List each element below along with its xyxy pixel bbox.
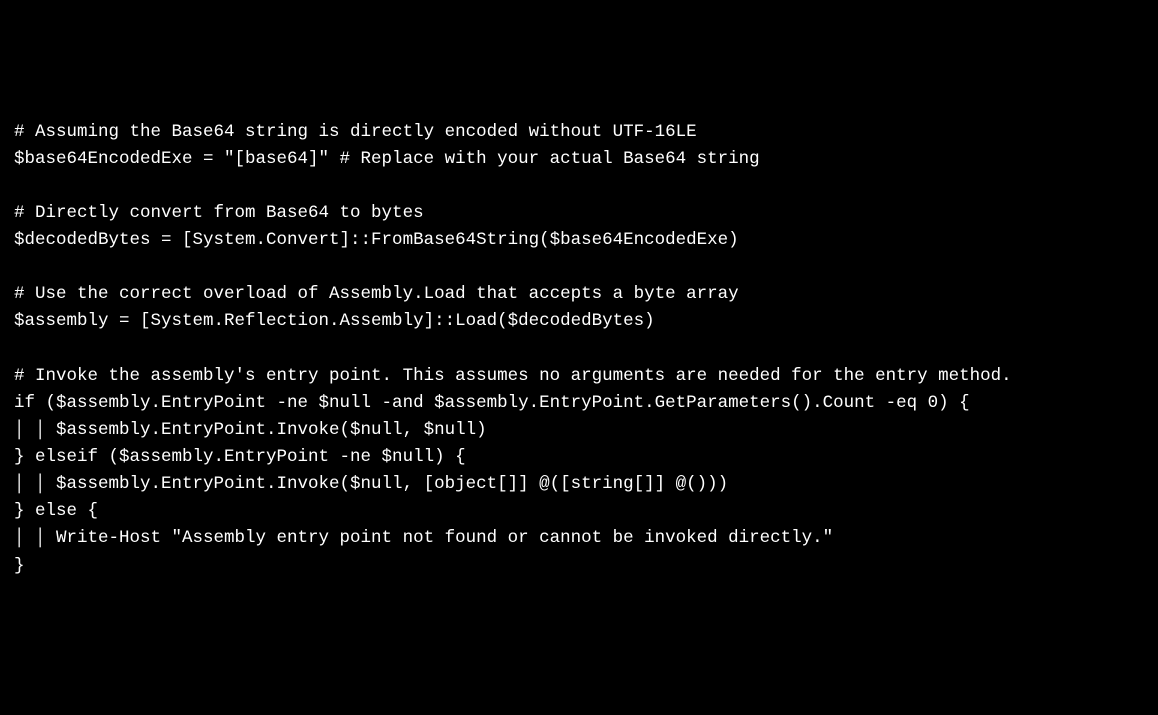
code-block: # Assuming the Base64 string is directly… <box>14 119 1144 580</box>
code-line: │ │ Write-Host "Assembly entry point not… <box>14 525 1144 552</box>
code-line: # Use the correct overload of Assembly.L… <box>14 281 1144 308</box>
code-line: # Assuming the Base64 string is directly… <box>14 119 1144 146</box>
code-line: │ │ $assembly.EntryPoint.Invoke($null, $… <box>14 417 1144 444</box>
code-line: if ($assembly.EntryPoint -ne $null -and … <box>14 390 1144 417</box>
code-line: │ │ $assembly.EntryPoint.Invoke($null, [… <box>14 471 1144 498</box>
code-line: } <box>14 553 1144 580</box>
code-line: $assembly = [System.Reflection.Assembly]… <box>14 308 1144 335</box>
code-line <box>14 254 1144 281</box>
code-line <box>14 336 1144 363</box>
code-line: } else { <box>14 498 1144 525</box>
code-line <box>14 173 1144 200</box>
code-line: # Directly convert from Base64 to bytes <box>14 200 1144 227</box>
code-line: $decodedBytes = [System.Convert]::FromBa… <box>14 227 1144 254</box>
code-line: # Invoke the assembly's entry point. Thi… <box>14 363 1144 390</box>
code-line: $base64EncodedExe = "[base64]" # Replace… <box>14 146 1144 173</box>
code-line: } elseif ($assembly.EntryPoint -ne $null… <box>14 444 1144 471</box>
